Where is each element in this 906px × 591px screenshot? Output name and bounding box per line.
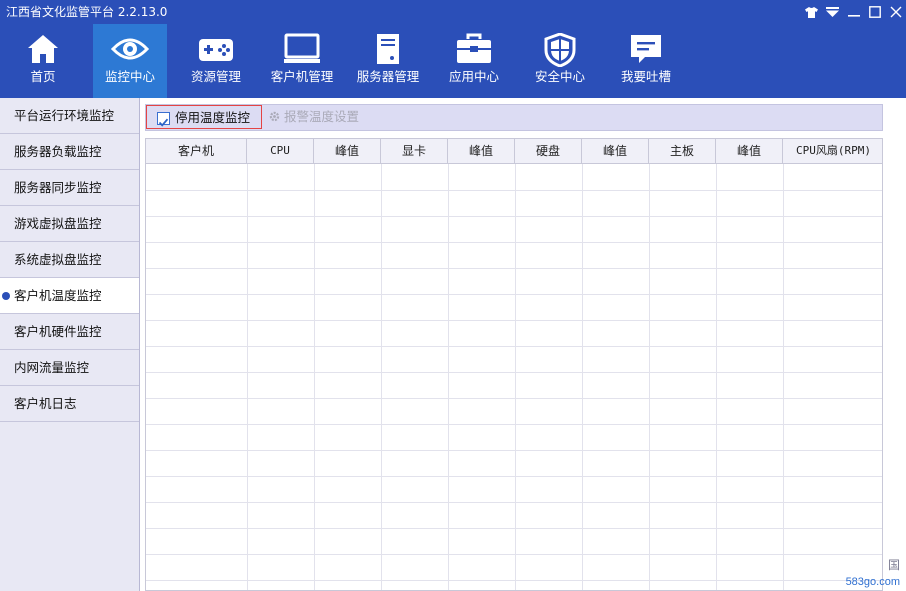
column-header-disk-peak[interactable]: 峰值 — [582, 139, 649, 163]
sidebar-item-platform-env[interactable]: 平台运行环境监控 — [0, 98, 139, 134]
table-column-line — [515, 164, 516, 590]
server-icon — [351, 33, 425, 65]
feedback-icon — [609, 33, 683, 65]
sidebar-item-server-load[interactable]: 服务器负载监控 — [0, 134, 139, 170]
active-indicator-dot — [2, 292, 10, 300]
sidebar-item-client-temperature[interactable]: 客户机温度监控 — [0, 278, 139, 314]
main-content: 停用温度监控 报警温度设置 客户机 CPU 峰值 显卡 峰值 硬盘 峰值 主板 … — [140, 98, 906, 591]
nav-home[interactable]: 首页 — [6, 24, 80, 98]
watermark-site: 583go.com — [845, 576, 900, 588]
nav-resource-management[interactable]: 资源管理 — [179, 24, 253, 98]
table-column-line — [783, 164, 784, 590]
watermark-char: 国 — [887, 558, 900, 572]
gear-icon — [269, 111, 280, 122]
nav-client-management[interactable]: 客户机管理 — [265, 24, 339, 98]
nav-server-management[interactable]: 服务器管理 — [351, 24, 425, 98]
table-column-line — [649, 164, 650, 590]
home-icon — [6, 33, 80, 65]
table-column-line — [582, 164, 583, 590]
toolbar: 停用温度监控 报警温度设置 — [145, 104, 883, 131]
table-column-line — [314, 164, 315, 590]
disable-temperature-monitor-checkbox[interactable]: 停用温度监控 — [146, 105, 262, 129]
toolbox-icon — [437, 33, 511, 65]
maximize-icon[interactable] — [864, 0, 885, 24]
nav-monitor-center[interactable]: 监控中心 — [93, 24, 167, 98]
main-navigation: 首页 监控中心 资源管理 客户机管理 服务器管理 应用中心 安全中心 我要吐槽 — [0, 24, 906, 98]
alarm-temperature-settings-button[interactable]: 报警温度设置 — [268, 108, 359, 128]
monitor-icon — [265, 33, 339, 65]
column-header-motherboard-peak[interactable]: 峰值 — [716, 139, 783, 163]
close-icon[interactable] — [885, 0, 906, 24]
nav-feedback[interactable]: 我要吐槽 — [609, 24, 683, 98]
table-column-line — [448, 164, 449, 590]
table-column-line — [247, 164, 248, 590]
column-header-cpu[interactable]: CPU — [247, 139, 314, 163]
title-bar: 江西省文化监管平台 2.2.13.0 — [0, 0, 906, 24]
shirt-icon[interactable] — [801, 0, 822, 24]
window-title: 江西省文化监管平台 2.2.13.0 — [6, 5, 168, 19]
column-header-cpu-fan[interactable]: CPU风扇(RPM) — [783, 139, 882, 163]
checkbox-label: 停用温度监控 — [175, 110, 251, 125]
eye-icon — [93, 33, 167, 65]
column-header-motherboard[interactable]: 主板 — [649, 139, 716, 163]
sidebar: 平台运行环境监控 服务器负载监控 服务器同步监控 游戏虚拟盘监控 系统虚拟盘监控… — [0, 98, 140, 591]
dropdown-icon[interactable] — [822, 0, 843, 24]
checkbox-box[interactable] — [157, 112, 170, 127]
table-column-line — [716, 164, 717, 590]
window-controls — [801, 0, 906, 24]
sidebar-item-client-log[interactable]: 客户机日志 — [0, 386, 139, 422]
checkmark-icon — [158, 118, 169, 127]
nav-app-center[interactable]: 应用中心 — [437, 24, 511, 98]
settings-label: 报警温度设置 — [284, 109, 360, 124]
sidebar-item-server-sync[interactable]: 服务器同步监控 — [0, 170, 139, 206]
table-header: 客户机 CPU 峰值 显卡 峰值 硬盘 峰值 主板 峰值 CPU风扇(RPM) — [146, 139, 882, 164]
column-header-cpu-peak[interactable]: 峰值 — [314, 139, 381, 163]
temperature-table: 客户机 CPU 峰值 显卡 峰值 硬盘 峰值 主板 峰值 CPU风扇(RPM) — [145, 138, 883, 591]
column-header-gpu-peak[interactable]: 峰值 — [448, 139, 515, 163]
nav-security-center[interactable]: 安全中心 — [523, 24, 597, 98]
sidebar-item-client-hardware[interactable]: 客户机硬件监控 — [0, 314, 139, 350]
sidebar-item-system-vdisk[interactable]: 系统虚拟盘监控 — [0, 242, 139, 278]
column-header-client[interactable]: 客户机 — [146, 139, 247, 163]
sidebar-item-game-vdisk[interactable]: 游戏虚拟盘监控 — [0, 206, 139, 242]
table-column-line — [381, 164, 382, 590]
column-header-disk[interactable]: 硬盘 — [515, 139, 582, 163]
gamepad-icon — [179, 33, 253, 65]
column-header-gpu[interactable]: 显卡 — [381, 139, 448, 163]
sidebar-item-lan-traffic[interactable]: 内网流量监控 — [0, 350, 139, 386]
minimize-icon[interactable] — [843, 0, 864, 24]
shield-icon — [523, 33, 597, 67]
